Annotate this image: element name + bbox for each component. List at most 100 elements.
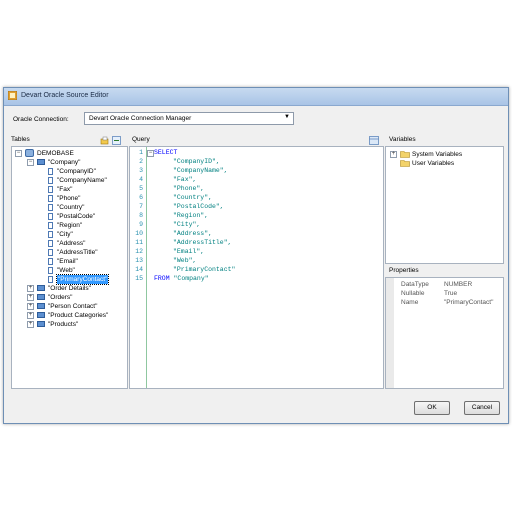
column-label: "Email" [57, 258, 78, 265]
property-name: Nullable [401, 290, 425, 297]
property-value[interactable]: True [444, 290, 457, 297]
expand-icon[interactable]: + [27, 294, 34, 301]
properties-grid[interactable]: DataType NUMBER Nullable True Name "Prim… [385, 277, 504, 389]
add-table-icon[interactable] [112, 136, 121, 145]
code-line: "Fax", [173, 176, 196, 183]
title-bar: Devart Oracle Source Editor [4, 88, 508, 106]
column-label: "PostalCode" [57, 213, 96, 220]
property-name: DataType [401, 281, 429, 288]
column-label: "Fax" [57, 186, 73, 193]
column-icon [48, 231, 53, 238]
column-icon [48, 258, 53, 265]
table-label: "Company" [48, 159, 81, 166]
expand-icon[interactable]: + [27, 303, 34, 310]
column-label: "CompanyID" [57, 168, 96, 175]
code-line: "Address", [173, 230, 212, 237]
code-line: "PostalCode", [173, 203, 224, 210]
connection-dropdown[interactable]: Devart Oracle Connection Manager ▼ [84, 112, 294, 125]
database-icon [25, 149, 34, 157]
expand-icon[interactable]: + [27, 312, 34, 319]
code-line: "City", [173, 221, 200, 228]
refresh-icon[interactable] [100, 136, 109, 145]
column-icon [48, 195, 53, 202]
column-label: "Region" [57, 222, 83, 229]
expand-icon[interactable]: + [390, 151, 397, 158]
tables-tree[interactable]: − DEMOBASE − "Company" "CompanyID" "Comp… [11, 146, 128, 389]
collapse-icon[interactable]: − [15, 150, 22, 157]
table-label: "Products" [48, 321, 79, 328]
column-label: "AddressTitle" [57, 249, 98, 256]
variables-item: System Variables [412, 151, 463, 158]
line-number: 8 [139, 212, 143, 219]
property-value[interactable]: NUMBER [444, 281, 472, 288]
line-number: 4 [139, 176, 143, 183]
table-label: "Order Details" [48, 285, 91, 292]
table-label: "Orders" [48, 294, 73, 301]
connection-label: Oracle Connection: [13, 116, 69, 123]
line-number: 10 [135, 230, 143, 237]
expand-icon[interactable]: + [27, 321, 34, 328]
sql-identifier: "Company" [173, 275, 209, 282]
table-label: "Product Categories" [48, 312, 109, 319]
code-line: "CompanyName", [173, 167, 228, 174]
sql-identifier: "CompanyName", [173, 167, 228, 174]
line-number: 11 [135, 239, 143, 246]
sql-identifier: "Phone", [173, 185, 205, 192]
connection-value: Devart Oracle Connection Manager [89, 115, 192, 122]
table-icon [37, 321, 45, 327]
sql-keyword: SELECT [154, 149, 178, 156]
line-number: 1 [139, 149, 143, 156]
query-builder-icon[interactable] [369, 136, 379, 145]
collapse-icon[interactable]: − [27, 159, 34, 166]
line-number: 14 [135, 266, 143, 273]
sql-identifier: "Web", [173, 257, 197, 264]
chevron-down-icon[interactable]: ▼ [284, 114, 290, 120]
line-number: 7 [139, 203, 143, 210]
variables-header: Variables [389, 136, 416, 143]
column-icon [48, 186, 53, 193]
column-icon [48, 204, 53, 211]
tables-header: Tables [11, 136, 30, 143]
code-line: "Email", [173, 248, 204, 255]
gutter-divider [146, 147, 147, 388]
sql-identifier: "Fax", [173, 176, 197, 183]
folder-icon [400, 160, 410, 167]
sql-identifier: "Address", [173, 230, 213, 237]
code-line: "PrimaryContact" [173, 266, 235, 273]
code-line: SELECT [154, 149, 177, 156]
code-line: FROM "Company" [154, 275, 209, 282]
sql-identifier: "City", [173, 221, 201, 228]
table-icon [37, 312, 45, 318]
line-number: 2 [139, 158, 143, 165]
line-number: 13 [135, 257, 143, 264]
expand-icon[interactable]: + [27, 285, 34, 292]
window-title: Devart Oracle Source Editor [21, 92, 109, 99]
property-value[interactable]: "PrimaryContact" [444, 299, 493, 306]
table-icon [37, 159, 45, 165]
app-icon [8, 91, 17, 100]
sql-identifier: "Country", [173, 194, 213, 201]
code-line: "CompanyID", [173, 158, 220, 165]
variables-tree[interactable]: + System Variables User Variables [385, 146, 504, 264]
column-icon [48, 213, 53, 220]
fold-icon[interactable]: − [147, 150, 154, 157]
column-icon [48, 177, 53, 184]
column-label: "City" [57, 231, 73, 238]
query-header: Query [132, 136, 150, 143]
column-label: "Address" [57, 240, 86, 247]
code-line: "Phone", [173, 185, 204, 192]
column-icon [48, 276, 53, 283]
sql-keyword: FROM [154, 275, 170, 282]
sql-identifier: "Region", [173, 212, 209, 219]
variables-item: User Variables [412, 160, 455, 167]
ok-button[interactable]: OK [414, 401, 450, 415]
code-line: "AddressTitle", [173, 239, 232, 246]
cancel-button[interactable]: Cancel [464, 401, 500, 415]
query-editor[interactable]: 1 SELECT 2 "CompanyID", 3 "CompanyName", 4 "Fax… [129, 146, 384, 389]
code-line: "Region", [173, 212, 208, 219]
column-label: "PrimaryContact" [55, 274, 110, 285]
table-icon [37, 294, 45, 300]
sql-identifier: "AddressTitle", [173, 239, 232, 246]
property-margin [386, 278, 394, 388]
line-number: 12 [135, 248, 143, 255]
